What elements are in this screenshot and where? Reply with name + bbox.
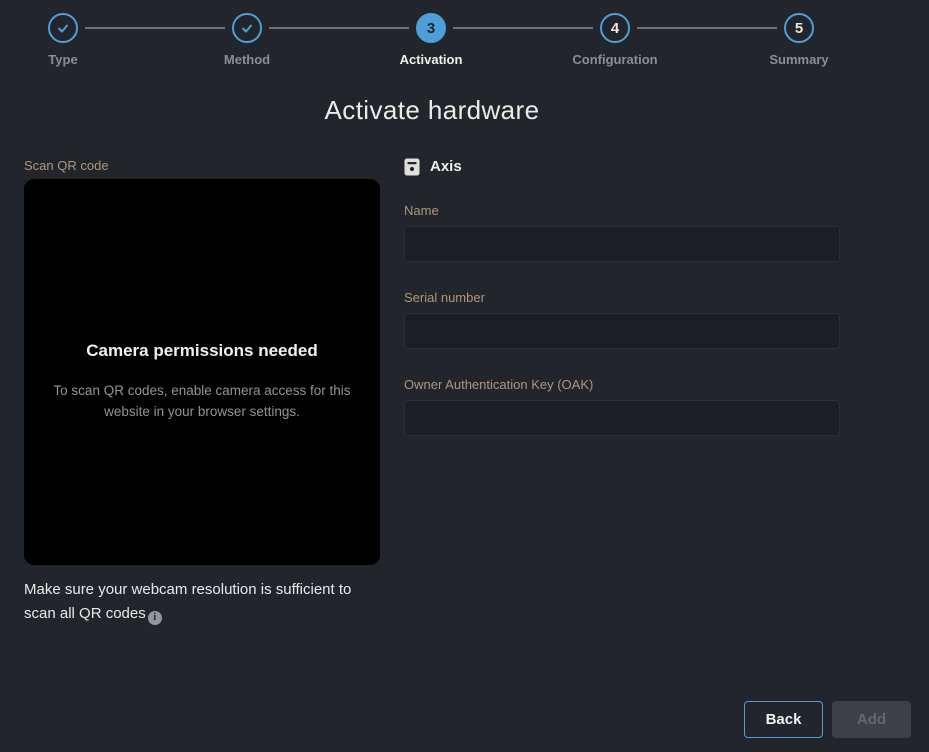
camera-permissions-heading: Camera permissions needed <box>86 341 317 361</box>
serial-number-field-group: Serial number <box>404 290 840 349</box>
step-label: Summary <box>769 52 828 67</box>
device-brand-name: Axis <box>430 158 462 175</box>
name-label: Name <box>404 203 840 218</box>
camera-permissions-description: To scan QR codes, enable camera access f… <box>50 381 354 422</box>
step-circle-done <box>232 13 262 43</box>
step-activation[interactable]: 3 Activation <box>371 13 491 70</box>
webcam-resolution-note-text: Make sure your webcam resolution is suff… <box>24 581 351 622</box>
webcam-resolution-note: Make sure your webcam resolution is suff… <box>24 578 380 626</box>
wizard-stepper: Type Method 3 Activation 4 Configuration… <box>0 0 929 70</box>
info-icon[interactable]: i <box>148 611 162 625</box>
step-number: 5 <box>795 21 803 36</box>
qr-section: Scan QR code Camera permissions needed T… <box>24 158 380 626</box>
device-icon <box>404 158 420 176</box>
step-label: Method <box>224 52 270 67</box>
step-label: Type <box>48 52 77 67</box>
serial-number-label: Serial number <box>404 290 840 305</box>
step-number: 4 <box>611 21 619 36</box>
serial-number-input[interactable] <box>404 313 840 349</box>
step-circle-upcoming: 4 <box>600 13 630 43</box>
wizard-footer: Back Add <box>744 701 911 738</box>
add-button[interactable]: Add <box>832 701 911 738</box>
content-area: Scan QR code Camera permissions needed T… <box>24 158 840 626</box>
page-title: Activate hardware <box>24 96 840 125</box>
step-summary[interactable]: 5 Summary <box>739 13 859 70</box>
step-number: 3 <box>427 21 435 36</box>
check-icon <box>239 20 255 36</box>
oak-field-group: Owner Authentication Key (OAK) <box>404 377 840 436</box>
oak-input[interactable] <box>404 400 840 436</box>
step-label: Configuration <box>572 52 657 67</box>
step-label: Activation <box>400 52 463 67</box>
device-form-section: Axis Name Serial number Owner Authentica… <box>404 158 840 626</box>
step-method[interactable]: Method <box>187 13 307 70</box>
step-circle-active: 3 <box>416 13 446 43</box>
step-circle-upcoming: 5 <box>784 13 814 43</box>
check-icon <box>55 20 71 36</box>
name-field-group: Name <box>404 203 840 262</box>
step-configuration[interactable]: 4 Configuration <box>555 13 675 70</box>
device-header: Axis <box>404 158 840 176</box>
step-circle-done <box>48 13 78 43</box>
qr-scanner-view: Camera permissions needed To scan QR cod… <box>24 179 380 565</box>
name-input[interactable] <box>404 226 840 262</box>
step-type[interactable]: Type <box>3 13 123 70</box>
qr-section-label: Scan QR code <box>24 158 380 173</box>
back-button[interactable]: Back <box>744 701 823 738</box>
oak-label: Owner Authentication Key (OAK) <box>404 377 840 392</box>
